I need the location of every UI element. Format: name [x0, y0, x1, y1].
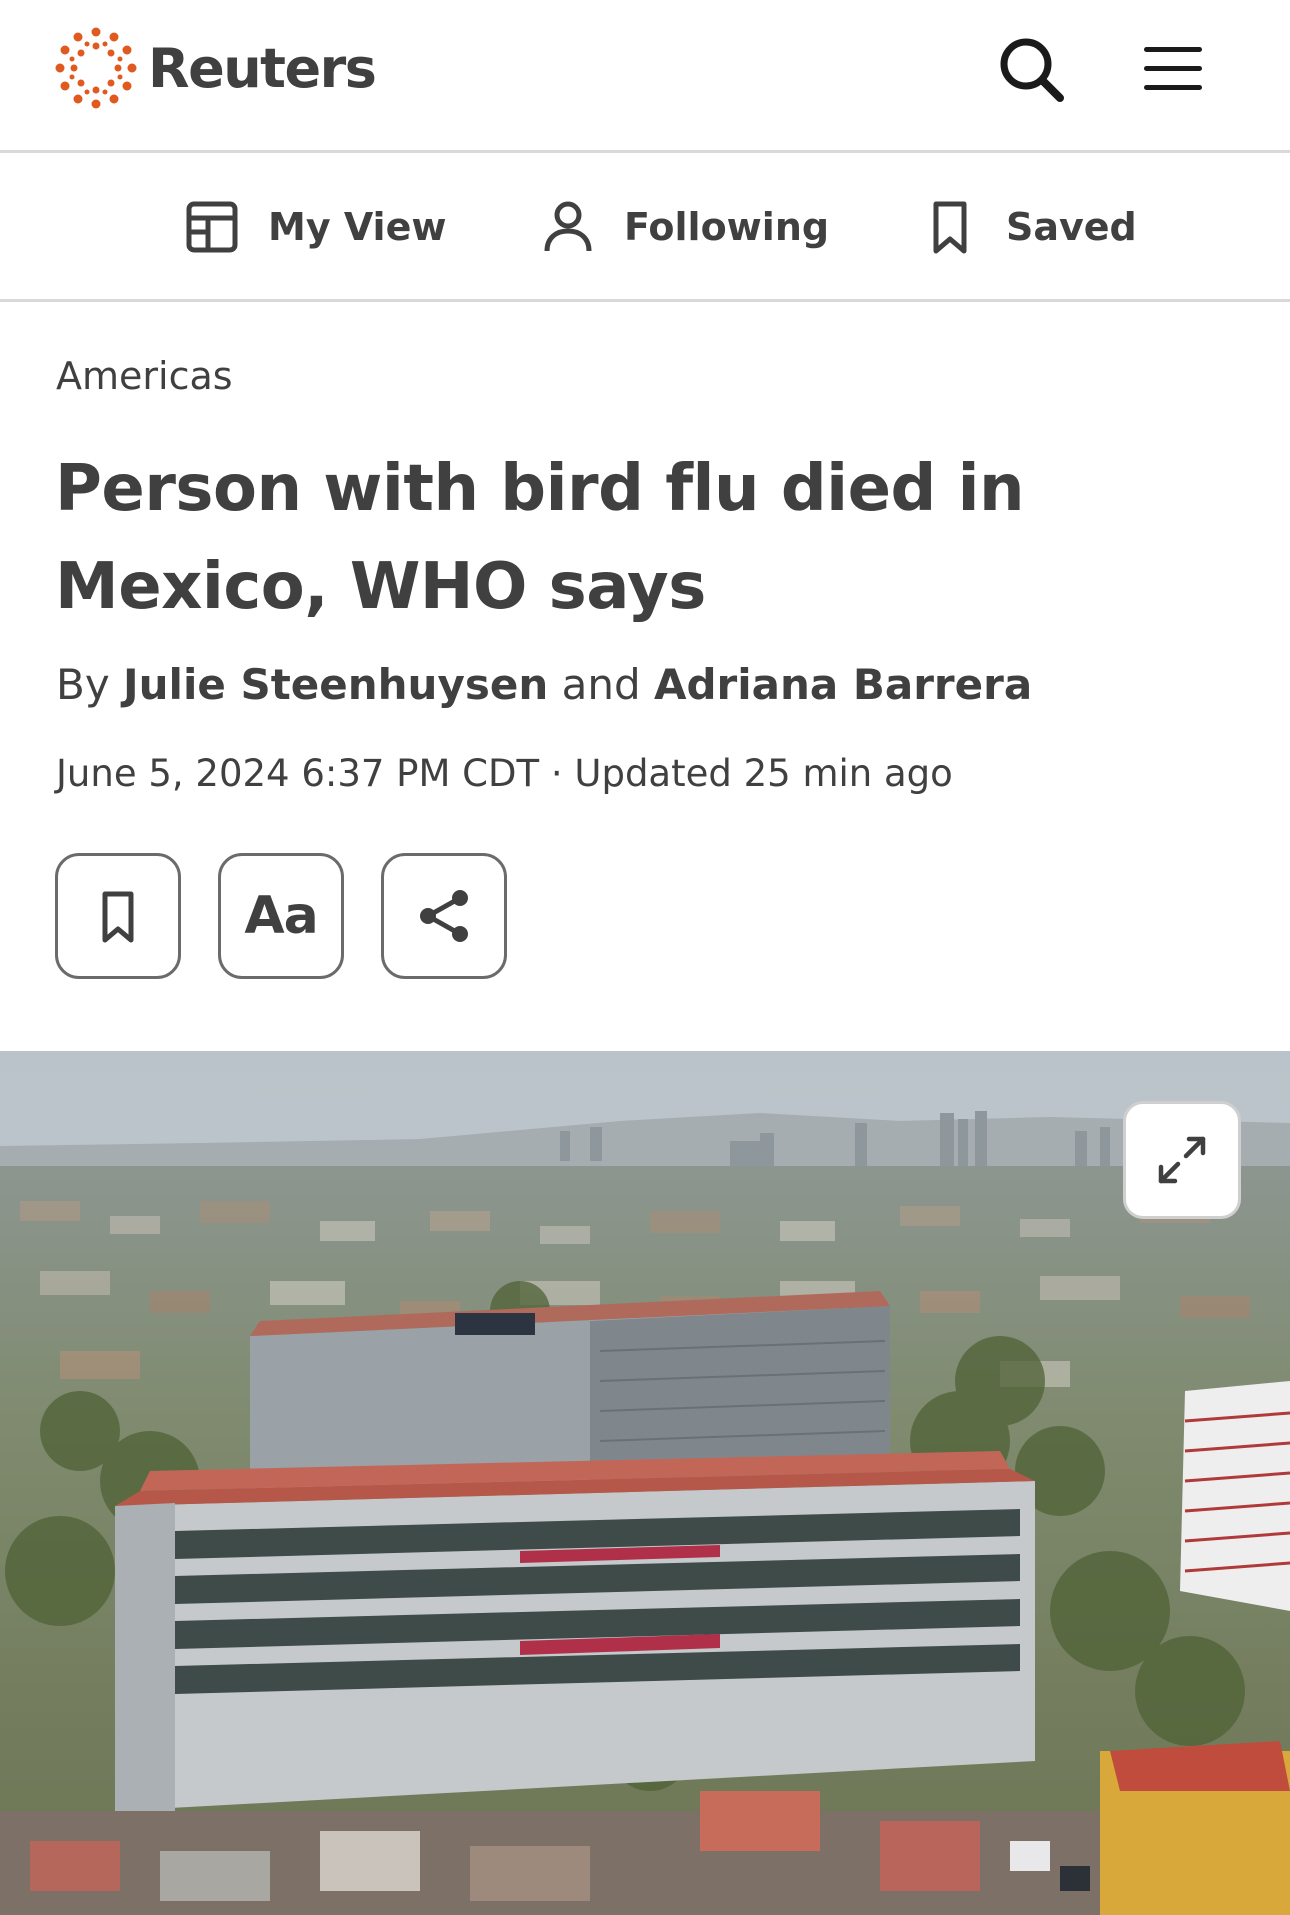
author-link[interactable]: Julie Steenhuysen — [123, 660, 548, 709]
top-header: Reuters — [0, 0, 1290, 153]
nav-following[interactable]: Following — [540, 197, 829, 257]
author-link[interactable]: Adriana Barrera — [654, 660, 1032, 709]
dateline: June 5, 2024 6:37 PM CDT · Updated 25 mi… — [56, 752, 953, 795]
nav-saved[interactable]: Saved — [922, 197, 1137, 257]
reuters-dot-ring-icon — [55, 27, 137, 109]
byline-prefix: By — [56, 660, 110, 709]
section-link[interactable]: Americas — [56, 354, 233, 398]
aerial-city-photo — [0, 1051, 1290, 1915]
brand-name: Reuters — [148, 36, 377, 100]
bookmark-icon — [102, 891, 134, 943]
headline: Person with bird flu died in Mexico, WHO… — [55, 452, 1025, 624]
text-size-label: Aa — [244, 886, 318, 946]
person-icon — [544, 201, 592, 252]
expand-icon — [1158, 1136, 1206, 1184]
search-button[interactable] — [996, 34, 1066, 104]
lead-photo[interactable] — [0, 1051, 1290, 1915]
user-nav: My View Following Saved — [0, 153, 1290, 302]
text-size-button[interactable]: Aa — [218, 853, 344, 979]
layout-icon — [186, 201, 238, 253]
hamburger-menu-icon — [1144, 47, 1202, 90]
bookmark-icon — [933, 201, 967, 254]
share-button[interactable] — [381, 853, 507, 979]
byline: By Julie Steenhuysen and Adriana Barrera — [56, 660, 1032, 709]
search-icon — [1000, 38, 1064, 102]
save-article-button[interactable] — [55, 853, 181, 979]
nav-my-view-label: My View — [268, 205, 447, 249]
expand-photo-button[interactable] — [1123, 1101, 1241, 1219]
nav-following-label: Following — [624, 205, 830, 249]
menu-button[interactable] — [1142, 44, 1204, 94]
reuters-logo[interactable]: Reuters — [54, 26, 377, 110]
nav-saved-label: Saved — [1006, 205, 1137, 249]
share-icon — [420, 890, 468, 942]
byline-conjunction: and — [561, 660, 641, 709]
article-tools: Aa — [55, 853, 507, 979]
nav-my-view[interactable]: My View — [184, 197, 446, 257]
